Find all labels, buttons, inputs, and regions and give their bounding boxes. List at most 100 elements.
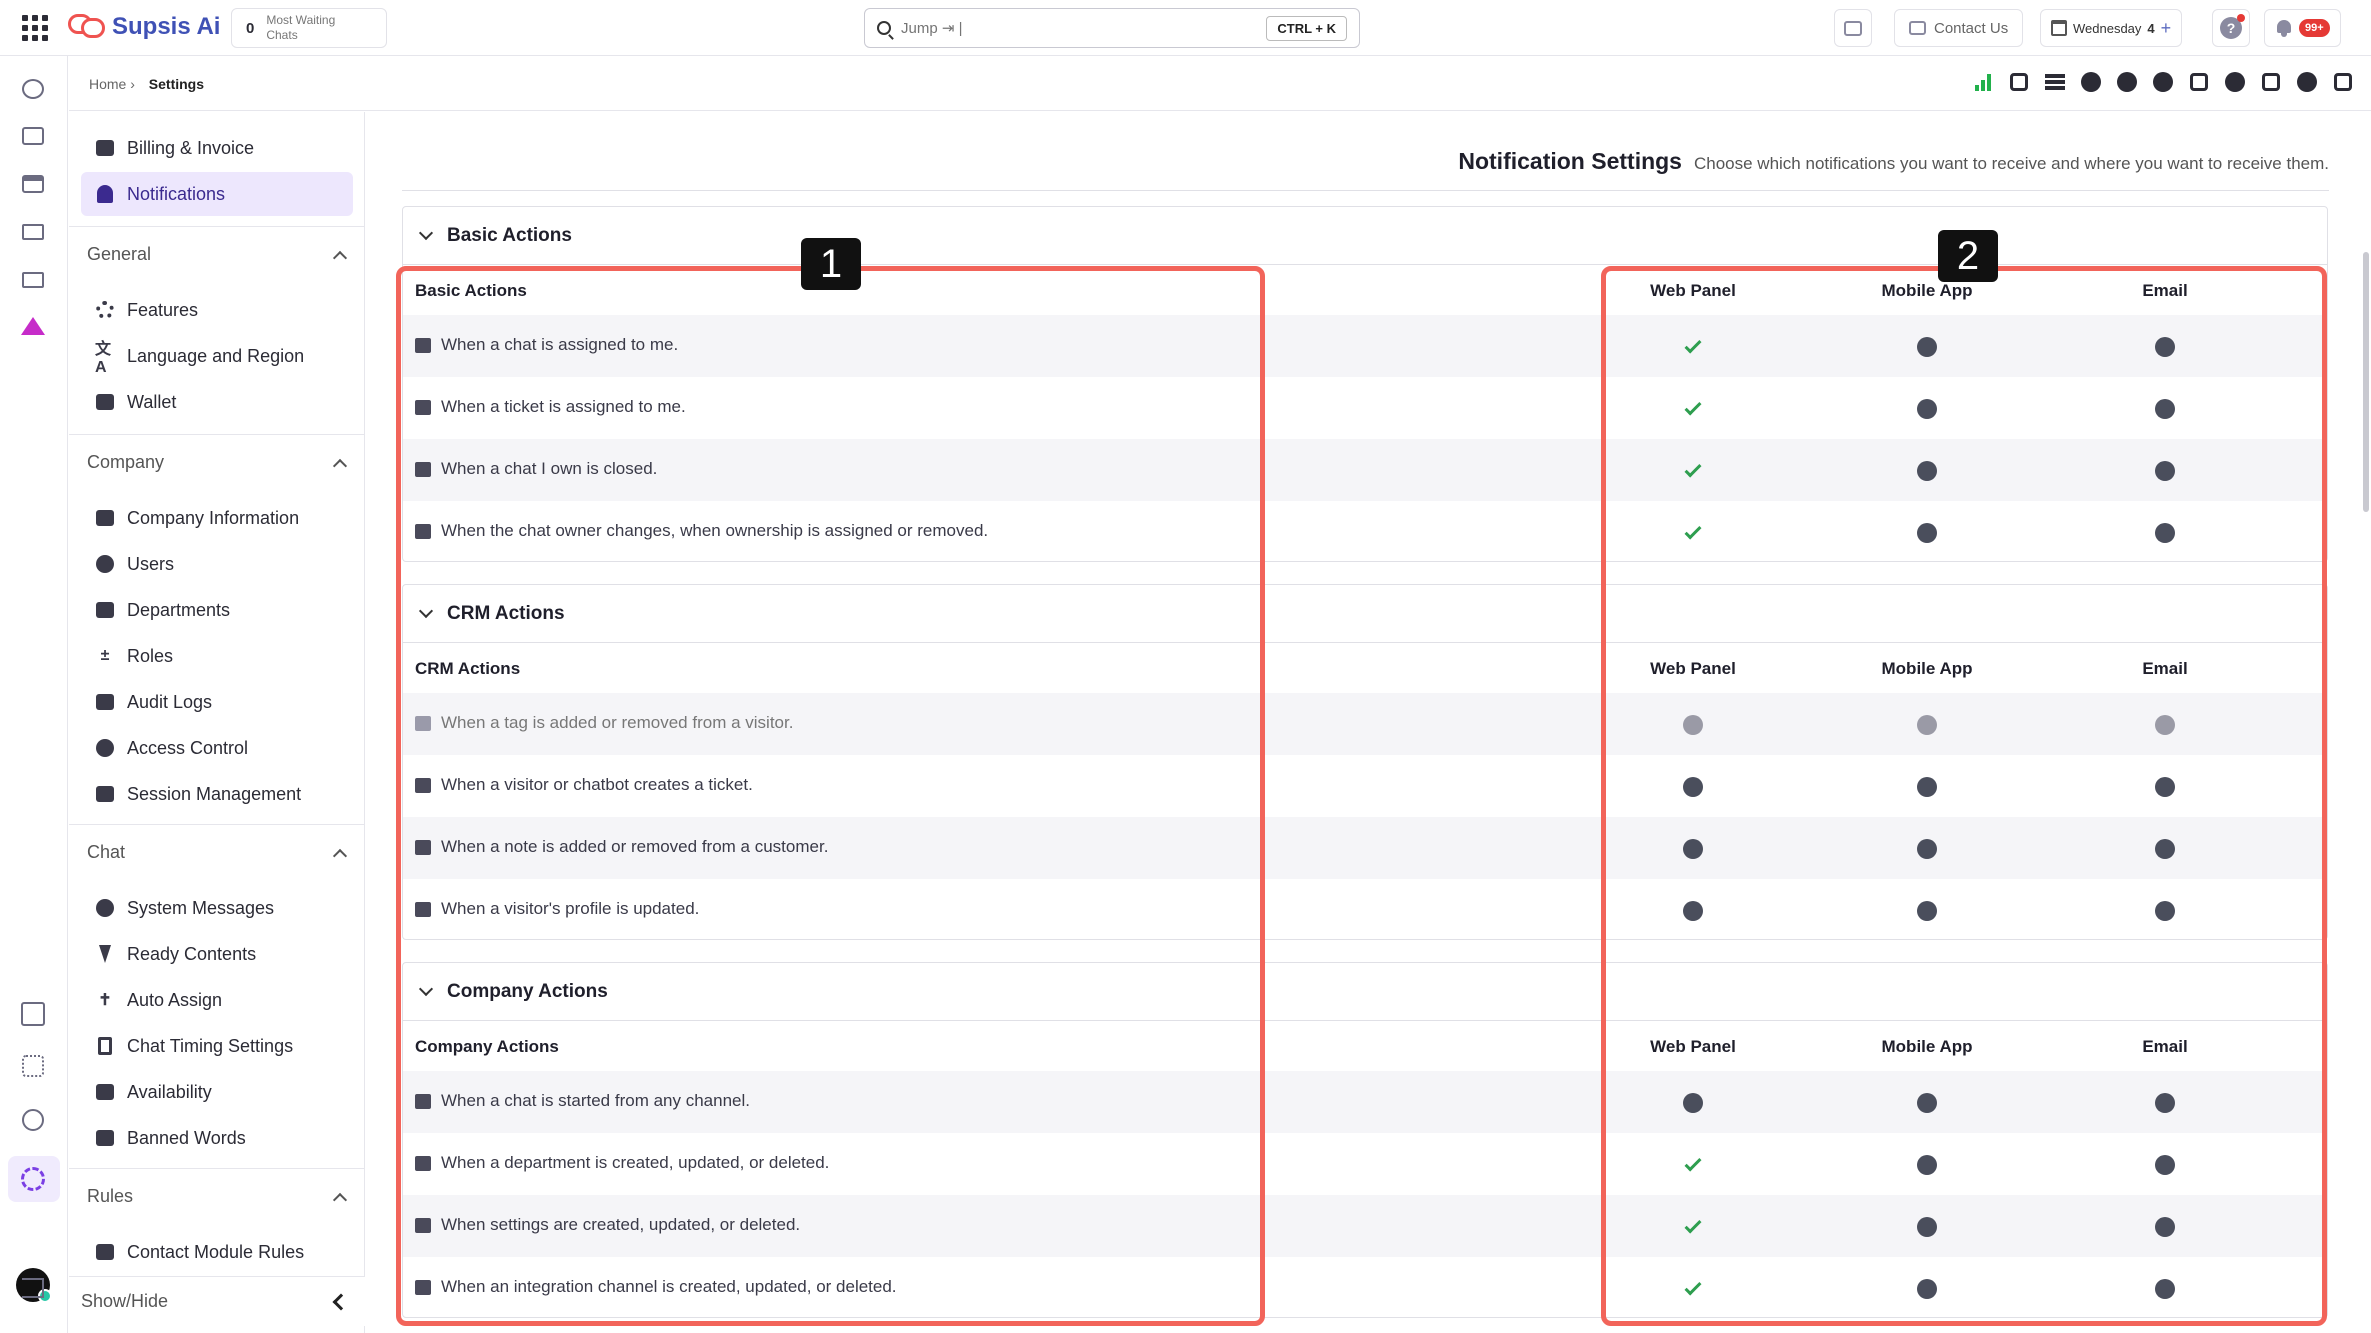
scrollbar[interactable] — [2363, 252, 2369, 512]
sidebar-item-billing[interactable]: Billing & Invoice — [81, 126, 353, 170]
inbox-button[interactable] — [1834, 8, 1872, 48]
channel-icons — [1973, 72, 2353, 92]
support-headset-icon[interactable] — [2297, 72, 2317, 92]
sidebar-item-label: Notifications — [127, 183, 226, 204]
devices-icon — [95, 784, 115, 804]
inbox-tray-icon[interactable] — [20, 172, 46, 196]
billing-icon — [95, 138, 115, 158]
contact-us-button[interactable]: Contact Us — [1894, 9, 2024, 47]
sidebar-item-roles[interactable]: ± Roles — [81, 634, 353, 678]
chat-bubble-icon — [1909, 21, 1926, 35]
sidebar-item-language[interactable]: 文A Language and Region — [81, 334, 353, 378]
sidebar-item-audit-logs[interactable]: Audit Logs — [81, 680, 353, 724]
jump-search[interactable]: CTRL + K — [864, 8, 1360, 48]
sidebar-item-label: Wallet — [127, 391, 177, 412]
translate-icon: 文A — [95, 341, 112, 376]
apps-grid-icon[interactable] — [22, 15, 48, 41]
users-icon[interactable] — [2081, 72, 2101, 92]
contact-us-label: Contact Us — [1934, 19, 2009, 37]
section-title: Rules — [87, 1186, 134, 1206]
section-rules[interactable]: Rules — [69, 1168, 365, 1224]
search-icon — [877, 21, 891, 35]
chevron-up-icon — [332, 250, 348, 265]
screen-settings-icon[interactable] — [20, 220, 46, 244]
list-icon — [95, 692, 115, 712]
sidebar-item-features[interactable]: Features — [81, 288, 353, 332]
show-hide-toggle[interactable]: Show/Hide — [69, 1276, 365, 1326]
sidebar-item-label: Billing & Invoice — [127, 137, 255, 158]
sidebar-item-users[interactable]: Users — [81, 542, 353, 586]
sidebar-item-ready-contents[interactable]: Ready Contents — [81, 932, 353, 976]
notifications-button[interactable]: 99+ — [2264, 9, 2341, 47]
chatbot-icon[interactable] — [2009, 72, 2029, 92]
notification-badge: 99+ — [2299, 19, 2330, 37]
help-button[interactable]: ? — [2212, 9, 2250, 47]
annotation-number-1: 1 — [801, 238, 861, 290]
inbox-icon — [1844, 20, 1862, 36]
monitor-icon[interactable] — [20, 268, 46, 292]
wallet-icon — [95, 392, 115, 412]
sidebar-item-label: Chat Timing Settings — [127, 1035, 294, 1056]
section-general[interactable]: General — [69, 226, 365, 282]
help-glyph: ? — [2226, 20, 2236, 36]
instagram-icon[interactable] — [2189, 72, 2209, 92]
calendar-icon — [2051, 20, 2067, 36]
sidebar-item-availability[interactable]: Availability — [81, 1070, 353, 1114]
sidebar-item-auto-assign[interactable]: ✝ Auto Assign — [81, 978, 353, 1022]
bolt-icon — [95, 944, 115, 964]
settings-gear-icon[interactable] — [20, 1167, 46, 1191]
section-chat[interactable]: Chat — [69, 824, 365, 880]
messenger-icon[interactable] — [2225, 72, 2245, 92]
section-company[interactable]: Company — [69, 434, 365, 490]
sidebar-item-session-management[interactable]: Session Management — [81, 772, 353, 816]
most-waiting-chats[interactable]: 0 Most Waiting Chats — [231, 8, 387, 48]
reports-pie-icon[interactable] — [20, 1108, 46, 1132]
chats-icon[interactable] — [20, 77, 46, 101]
rules-tree-icon — [95, 1242, 115, 1262]
telegram-icon[interactable] — [2117, 72, 2137, 92]
home-icon[interactable] — [20, 314, 46, 338]
list-icon[interactable] — [2045, 72, 2065, 92]
logo[interactable]: Supsis Ai — [68, 12, 220, 42]
wave-icon — [95, 898, 115, 918]
sidebar-item-label: Availability — [127, 1081, 212, 1102]
inbox-icon-button[interactable] — [1834, 9, 1872, 47]
sidebar-item-departments[interactable]: Departments — [81, 588, 353, 632]
sidebar-item-access-control[interactable]: Access Control — [81, 726, 353, 770]
keyboard-icon — [95, 1128, 115, 1148]
panel-header[interactable]: Basic Actions — [403, 207, 2327, 265]
window-icon[interactable] — [2333, 72, 2353, 92]
roles-icon: ± — [100, 647, 110, 664]
layout-icon[interactable] — [20, 1002, 46, 1026]
sidebar-item-company-information[interactable]: Company Information — [81, 496, 353, 540]
annotation-number-2: 2 — [1938, 230, 1998, 282]
breadcrumb-home[interactable]: Home › — [89, 76, 135, 92]
signal-bars-icon[interactable] — [1973, 72, 1993, 92]
logo-icon — [68, 12, 106, 42]
breadcrumb-current: Settings — [148, 76, 205, 92]
sidebar-item-label: Auto Assign — [127, 989, 223, 1010]
sidebar-item-label: Company Information — [127, 507, 300, 528]
page-title: Notification Settings — [1458, 148, 1682, 174]
settings-sidebar: Billing & Invoice Notifications General … — [69, 112, 365, 1333]
sidebar-item-contact-module-rules[interactable]: Contact Module Rules — [81, 1230, 353, 1274]
sms-icon[interactable] — [2261, 72, 2281, 92]
sidebar-item-system-messages[interactable]: System Messages — [81, 886, 353, 930]
plus-icon[interactable]: + — [2161, 18, 2172, 39]
calendar-icon — [95, 1082, 115, 1102]
users-icon — [95, 554, 115, 574]
sidebar-item-chat-timing[interactable]: Chat Timing Settings — [81, 1024, 353, 1068]
hierarchy-icon[interactable] — [20, 1054, 46, 1078]
date-label: Wednesday — [2073, 20, 2142, 36]
sidebar-item-wallet[interactable]: Wallet — [81, 380, 353, 424]
logo-text: Supsis Ai — [112, 13, 221, 40]
building-icon — [95, 508, 115, 528]
chevron-up-icon — [332, 1192, 348, 1207]
whatsapp-icon[interactable] — [2153, 72, 2173, 92]
sidebar-item-banned-words[interactable]: Banned Words — [81, 1116, 353, 1160]
calendar-button[interactable]: Wednesday 4 + — [2040, 9, 2183, 47]
sidebar-item-notifications[interactable]: Notifications — [81, 172, 353, 216]
collapse-exit-icon[interactable] — [20, 1276, 46, 1300]
search-input[interactable] — [901, 19, 1267, 37]
contacts-icon[interactable] — [20, 124, 46, 148]
